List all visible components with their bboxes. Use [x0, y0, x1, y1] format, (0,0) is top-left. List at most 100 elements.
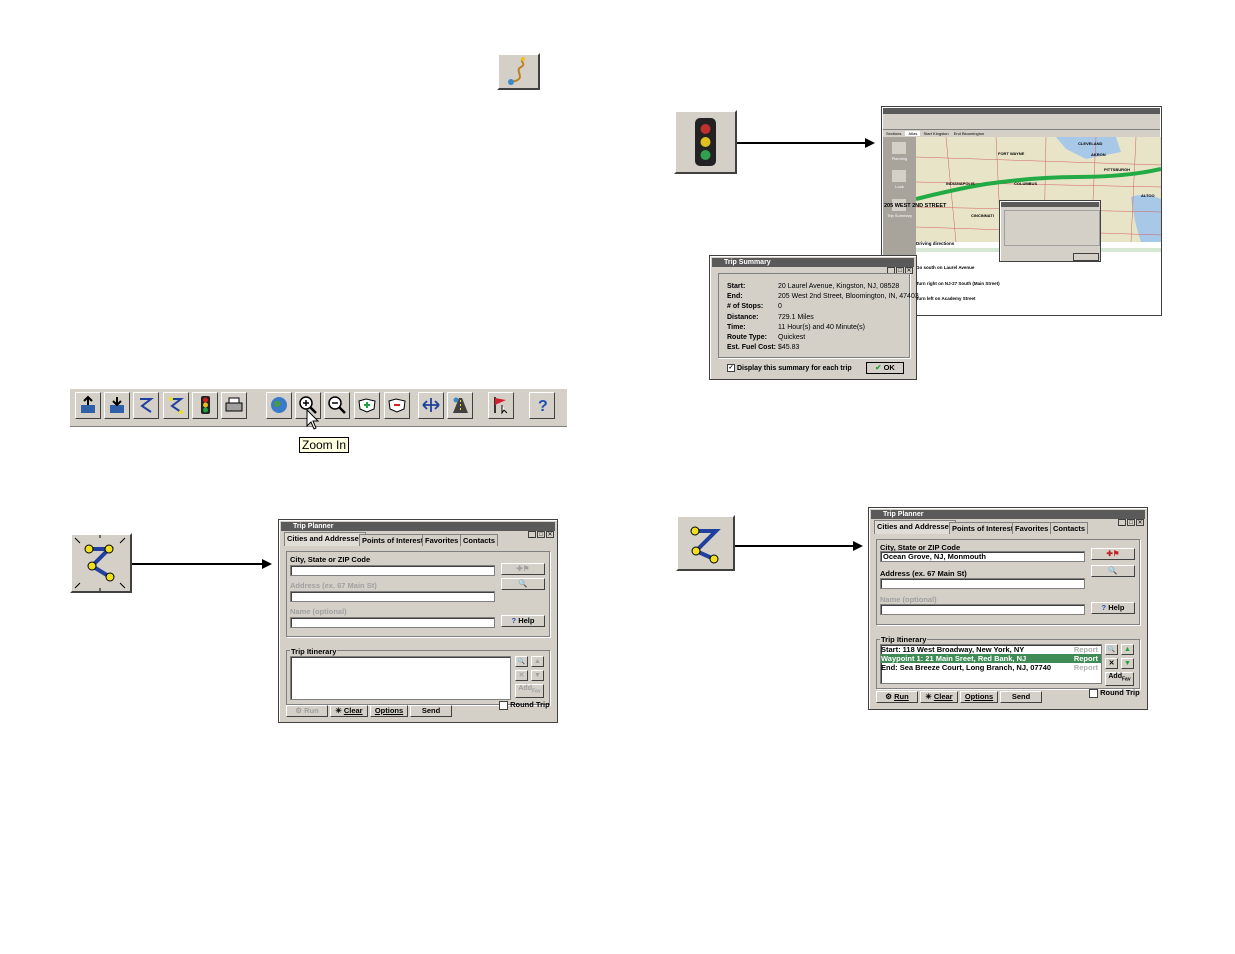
find-button[interactable]: 🔍 [1091, 565, 1135, 577]
minimize-button[interactable]: _ [528, 531, 536, 538]
summary-row: # of Stops: 0 [727, 303, 782, 310]
driving-directions-label: Driving directions [916, 241, 955, 246]
map-tab-end[interactable]: End Bloomington [952, 131, 986, 136]
move-up-button[interactable]: ▲ [1121, 644, 1134, 655]
trip-planner-large-button [70, 533, 132, 593]
add-stop-button[interactable]: ✚⚑ [501, 563, 545, 575]
maximize-button[interactable]: □ [1127, 519, 1135, 526]
trip-planner-button[interactable] [163, 392, 189, 419]
add-favorite-button[interactable]: AddFav [515, 684, 544, 698]
round-trip-checkbox[interactable]: Round Trip [1089, 688, 1140, 698]
report-link[interactable]: Report [1074, 645, 1098, 654]
add-stop-button[interactable]: ✚⚑ [1091, 548, 1135, 560]
round-trip-checkbox[interactable]: Round Trip [499, 700, 550, 710]
zoom-region-in-button[interactable] [354, 392, 380, 419]
traffic-light-button[interactable] [192, 392, 218, 419]
tab-contacts[interactable]: Contacts [1050, 522, 1089, 534]
globe-button[interactable] [266, 392, 292, 419]
move-up-button[interactable]: ▲ [531, 656, 544, 667]
road-button[interactable] [447, 392, 473, 419]
tab-favorites[interactable]: Favorites [422, 534, 462, 546]
summary-row: Distance: 729.1 Miles [727, 314, 814, 321]
export-button[interactable] [104, 392, 130, 419]
zoom-stop-button[interactable]: 🔍 [1105, 644, 1118, 655]
minimize-button[interactable]: _ [1118, 519, 1126, 526]
pointer-arrowhead [853, 541, 863, 551]
sidebar-lock-label: Lock [895, 184, 904, 189]
run-button[interactable]: ⚙ Run [876, 691, 918, 703]
help-icon: ? [538, 398, 548, 415]
checkbox[interactable] [499, 700, 508, 710]
sidebar-trip-summary-label: Trip Summary [887, 213, 912, 218]
print-button[interactable] [221, 392, 247, 419]
dialog-title: Trip Summary [712, 258, 914, 267]
name-field[interactable] [290, 617, 495, 628]
city-field[interactable]: Ocean Grove, NJ, Monmouth [880, 551, 1085, 562]
add-favorite-button[interactable]: AddFav [1105, 672, 1134, 686]
close-button[interactable]: ✕ [1136, 519, 1144, 526]
tab-cities-addresses[interactable]: Cities and Addresses [874, 520, 956, 534]
delete-stop-button[interactable]: ✕ [1105, 658, 1118, 669]
run-button[interactable]: ⚙ Run [286, 705, 328, 717]
maximize-button[interactable]: □ [537, 531, 545, 538]
options-button[interactable]: Options [960, 691, 998, 703]
planning-icon[interactable] [892, 142, 906, 154]
help-button[interactable]: ? [529, 392, 555, 419]
checkbox[interactable] [1089, 688, 1098, 698]
map-tab-atlas[interactable]: Atlas [905, 131, 921, 136]
tab-points-of-interest[interactable]: Points of Interest [359, 534, 427, 546]
itinerary-label: Trip Itinerary [290, 647, 338, 656]
map-tab-start[interactable]: Start Kingston [922, 131, 951, 136]
pan-button[interactable] [418, 392, 444, 419]
address-field[interactable] [290, 591, 495, 602]
itinerary-item-selected[interactable]: Waypoint 1: 21 Main Sreet, Red Bank, NJ R… [881, 654, 1101, 663]
itinerary-item[interactable]: Start: 118 West Broadway, New York, NY Re… [881, 645, 1101, 654]
send-button[interactable]: Send [1000, 691, 1042, 703]
send-label: Send [421, 706, 441, 715]
summary-label: Start: [727, 283, 746, 290]
move-down-button[interactable]: ▼ [1121, 658, 1134, 669]
itinerary-list[interactable] [290, 656, 511, 700]
map-tab-sections[interactable]: Sections [883, 131, 904, 136]
clear-button[interactable]: ✳ Clear [920, 691, 958, 703]
close-button[interactable]: ✕ [546, 531, 554, 538]
delete-stop-button[interactable]: ✕ [515, 670, 528, 681]
city-field[interactable] [290, 565, 495, 576]
tab-cities-addresses[interactable]: Cities and Addresses [284, 532, 366, 546]
help-button[interactable]: ? Help [1091, 602, 1135, 614]
direction-step: Go south on Laurel Avenue [916, 265, 975, 270]
flag-button[interactable] [488, 392, 514, 419]
help-button[interactable]: ? Help [501, 615, 545, 627]
send-button[interactable]: Send [410, 705, 452, 717]
address-field[interactable] [880, 578, 1085, 589]
ok-button[interactable]: ✔ OK [866, 362, 904, 374]
itinerary-item[interactable]: End: Sea Breeze Court, Long Branch, NJ, … [881, 663, 1101, 672]
display-summary-checkbox[interactable]: ✓ Display this summary for each trip [727, 364, 852, 372]
zoom-region-out-button[interactable] [384, 392, 410, 419]
zoom-stop-button[interactable]: 🔍 [515, 656, 528, 667]
run-label: Run [304, 706, 319, 715]
report-link[interactable]: Report [1074, 663, 1098, 672]
checkbox[interactable]: ✓ [727, 364, 735, 372]
zoom-out-button[interactable] [324, 392, 350, 419]
summary-label: End: [727, 293, 743, 301]
find-button[interactable]: 🔍 [501, 578, 545, 590]
clear-button[interactable]: ✳ Clear [330, 705, 368, 717]
options-button[interactable]: Options [370, 705, 408, 717]
import-button[interactable] [75, 392, 101, 419]
lock-icon[interactable] [892, 170, 906, 182]
tab-favorites[interactable]: Favorites [1012, 522, 1052, 534]
report-link[interactable]: Report [1074, 654, 1098, 663]
add-label: Add [1108, 673, 1122, 680]
move-down-button[interactable]: ▼ [531, 670, 544, 681]
tab-contacts[interactable]: Contacts [460, 534, 499, 546]
name-field[interactable] [880, 604, 1085, 615]
trip-planner-icon [169, 397, 184, 414]
traffic-light-large-button [674, 110, 737, 174]
summary-value: 205 West 2nd Street, Bloomington, IN, 47… [778, 293, 919, 301]
summary-value: $45.83 [778, 344, 800, 352]
pan-icon [422, 398, 440, 412]
route-button[interactable] [133, 392, 159, 419]
tab-points-of-interest[interactable]: Points of Interest [949, 522, 1017, 534]
trip-planner-window: Trip Planner _ □ ✕ Cities and Addresses Po… [868, 507, 1148, 710]
